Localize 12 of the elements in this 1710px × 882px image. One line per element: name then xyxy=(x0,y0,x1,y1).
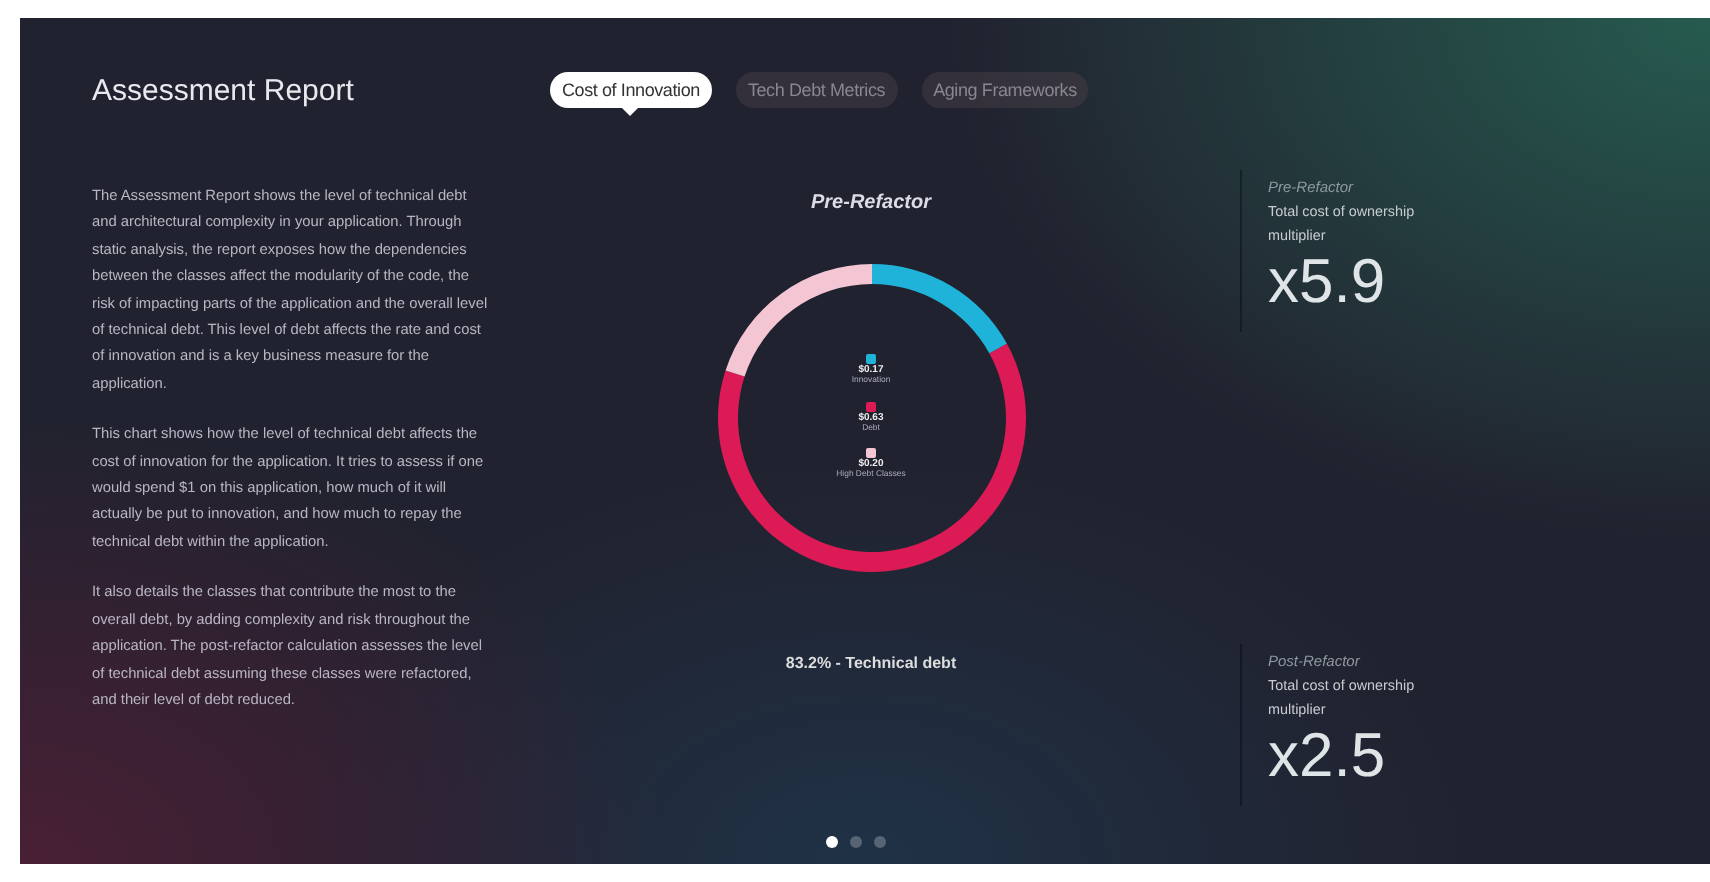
page-title: Assessment Report xyxy=(92,73,356,107)
page-dot[interactable] xyxy=(850,836,862,848)
stat-value: x2.5 xyxy=(1268,722,1388,790)
stat-value: x5.9 xyxy=(1268,248,1388,316)
chart-heading: Pre-Refactor xyxy=(810,192,932,214)
page-dot[interactable] xyxy=(874,836,886,848)
tab[interactable]: Cost of Innovation xyxy=(550,72,712,108)
page-dot[interactable] xyxy=(826,836,838,848)
tab-pointer-icon xyxy=(622,108,639,116)
tab[interactable]: Tech Debt Metrics xyxy=(735,72,898,108)
chart-caption: 83.2% - Technical debt xyxy=(785,654,957,672)
tab[interactable]: Aging Frameworks xyxy=(921,72,1089,108)
